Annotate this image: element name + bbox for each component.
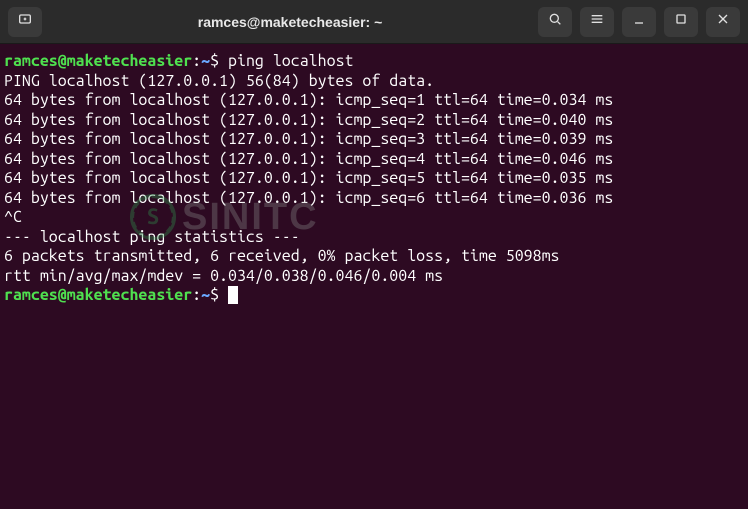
window-title: ramces@maketecheasier: ~	[42, 14, 538, 30]
prompt-separator: :	[192, 52, 201, 70]
output-line: 64 bytes from localhost (127.0.0.1): icm…	[4, 130, 744, 150]
minimize-icon	[631, 11, 647, 32]
maximize-icon	[673, 11, 689, 32]
prompt-symbol: $	[210, 286, 219, 304]
titlebar-right-controls	[538, 7, 740, 37]
window-titlebar: ramces@maketecheasier: ~	[0, 0, 748, 44]
prompt-line: ramces@maketecheasier:~$	[4, 286, 744, 306]
prompt-user-host: ramces@maketecheasier	[4, 286, 192, 304]
new-tab-icon	[17, 11, 33, 32]
output-line: rtt min/avg/max/mdev = 0.034/0.038/0.046…	[4, 267, 744, 287]
prompt-user-host: ramces@maketecheasier	[4, 52, 192, 70]
close-button[interactable]	[706, 7, 740, 37]
prompt-separator: :	[192, 286, 201, 304]
prompt-line: ramces@maketecheasier:~$ ping localhost	[4, 52, 744, 72]
hamburger-icon	[589, 11, 605, 32]
maximize-button[interactable]	[664, 7, 698, 37]
menu-button[interactable]	[580, 7, 614, 37]
output-line: PING localhost (127.0.0.1) 56(84) bytes …	[4, 72, 744, 92]
terminal-output[interactable]: ramces@maketecheasier:~$ ping localhost …	[0, 44, 748, 509]
new-tab-button[interactable]	[8, 7, 42, 37]
output-line: ^C	[4, 208, 744, 228]
search-icon	[547, 11, 563, 32]
cursor	[228, 286, 238, 304]
close-icon	[715, 11, 731, 32]
minimize-button[interactable]	[622, 7, 656, 37]
prompt-path: ~	[201, 52, 210, 70]
output-line: 64 bytes from localhost (127.0.0.1): icm…	[4, 169, 744, 189]
output-line: 64 bytes from localhost (127.0.0.1): icm…	[4, 111, 744, 131]
output-line: 64 bytes from localhost (127.0.0.1): icm…	[4, 150, 744, 170]
output-line: --- localhost ping statistics ---	[4, 228, 744, 248]
output-line: 6 packets transmitted, 6 received, 0% pa…	[4, 247, 744, 267]
output-line: 64 bytes from localhost (127.0.0.1): icm…	[4, 189, 744, 209]
prompt-path: ~	[201, 286, 210, 304]
search-button[interactable]	[538, 7, 572, 37]
output-line: 64 bytes from localhost (127.0.0.1): icm…	[4, 91, 744, 111]
prompt-symbol: $	[210, 52, 219, 70]
command-text: ping localhost	[228, 52, 353, 70]
